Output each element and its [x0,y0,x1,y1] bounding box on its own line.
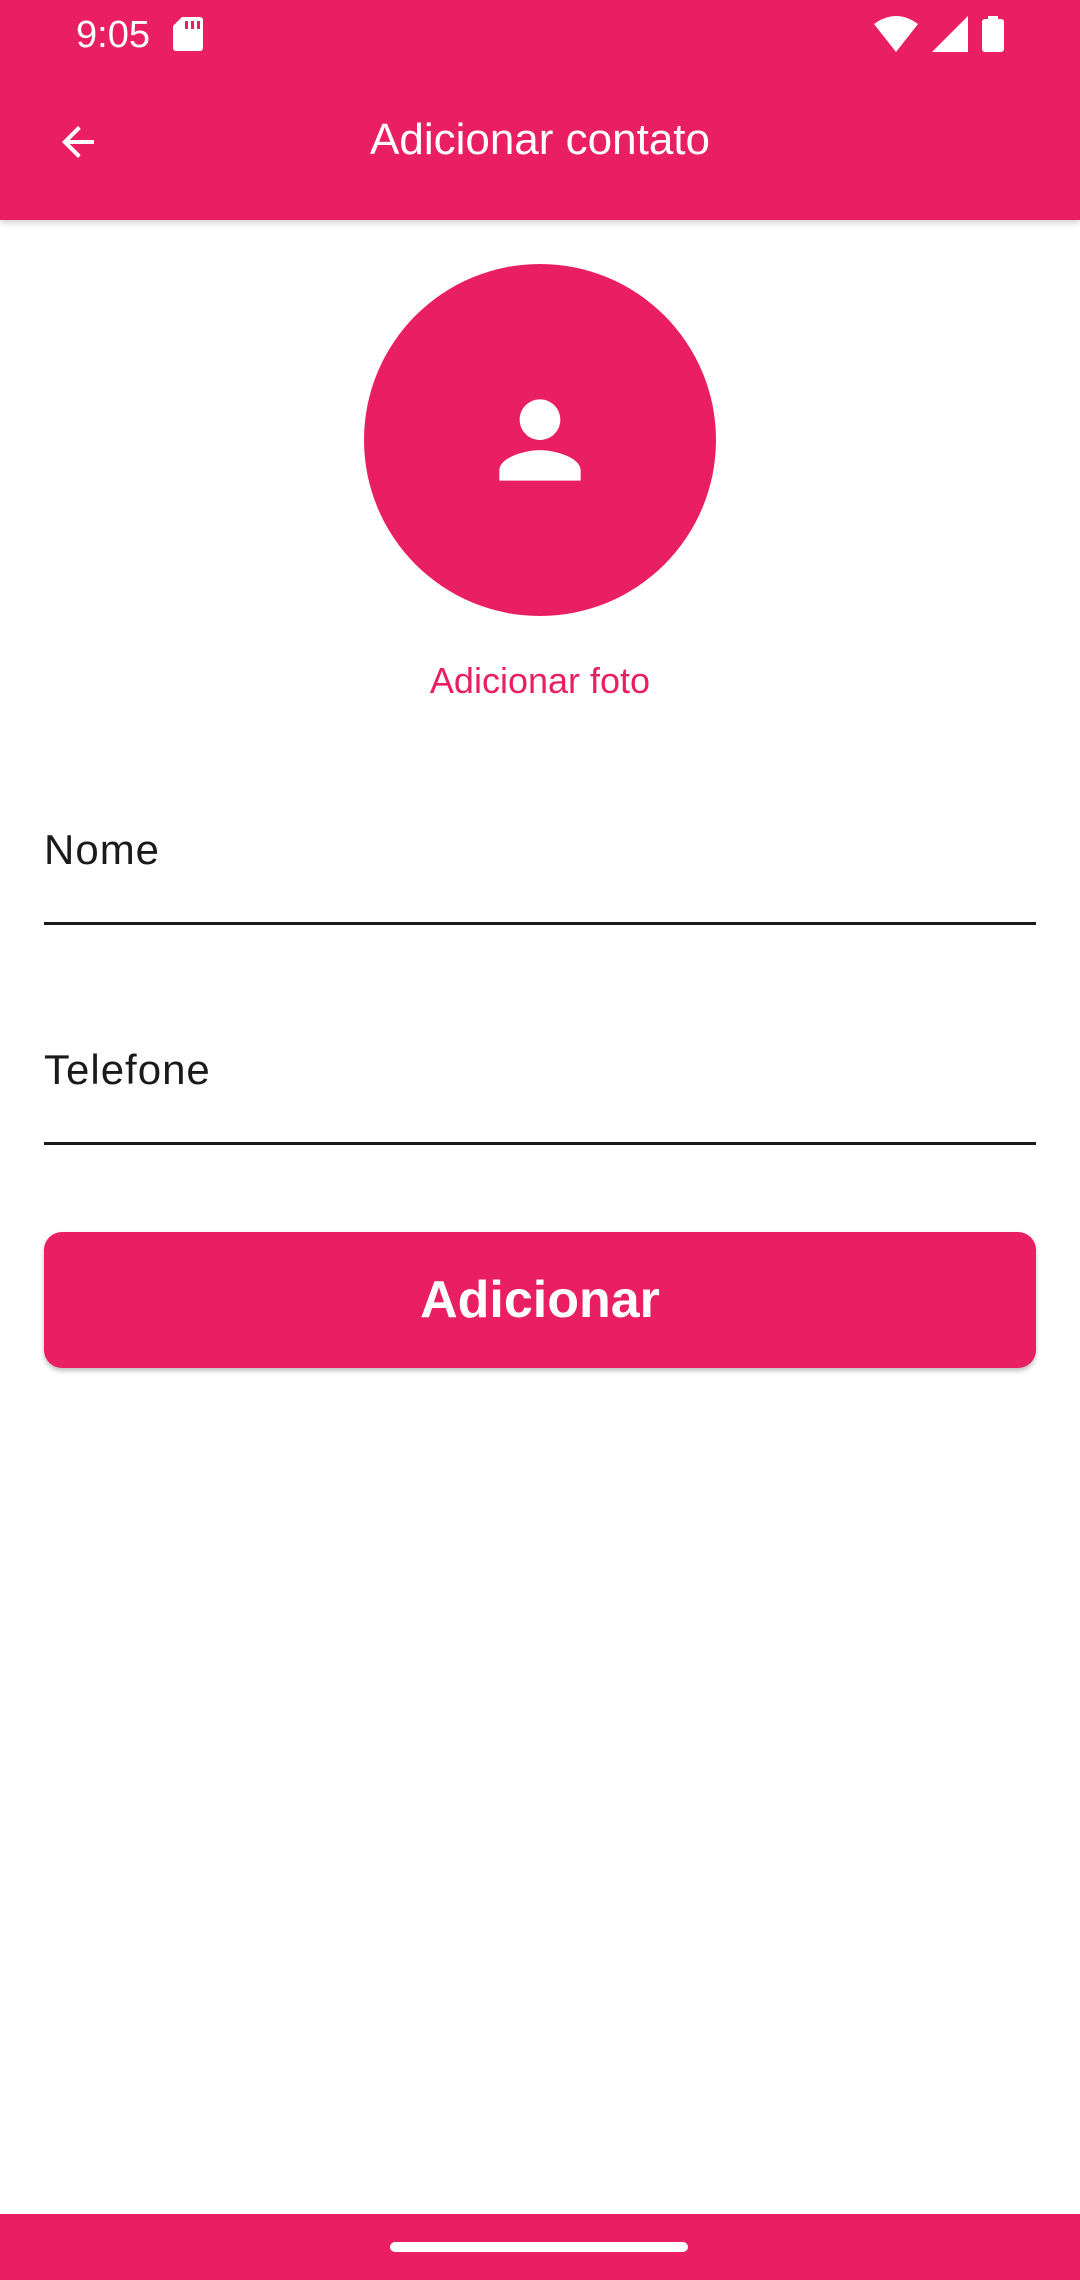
person-icon [499,399,581,481]
avatar[interactable] [364,264,716,616]
name-field[interactable]: Nome [44,812,1036,925]
phone-field[interactable]: Telefone [44,1032,1036,1145]
status-time: 9:05 [76,14,150,56]
add-button[interactable]: Adicionar [44,1232,1036,1368]
page-title: Adicionar contato [370,115,710,164]
phone-field-label: Telefone [44,1046,211,1093]
navigation-bar [0,2214,1080,2280]
home-indicator[interactable] [390,2242,688,2252]
signal-icon [932,16,968,52]
wifi-icon [874,16,918,52]
battery-icon [982,16,1004,52]
app-bar: 9:05 Adicionar contato [0,0,1080,220]
name-field-label: Nome [44,826,161,873]
sd-card-icon [173,17,203,51]
status-icons [874,14,1004,54]
add-photo-button[interactable]: Adicionar foto [0,656,1080,706]
